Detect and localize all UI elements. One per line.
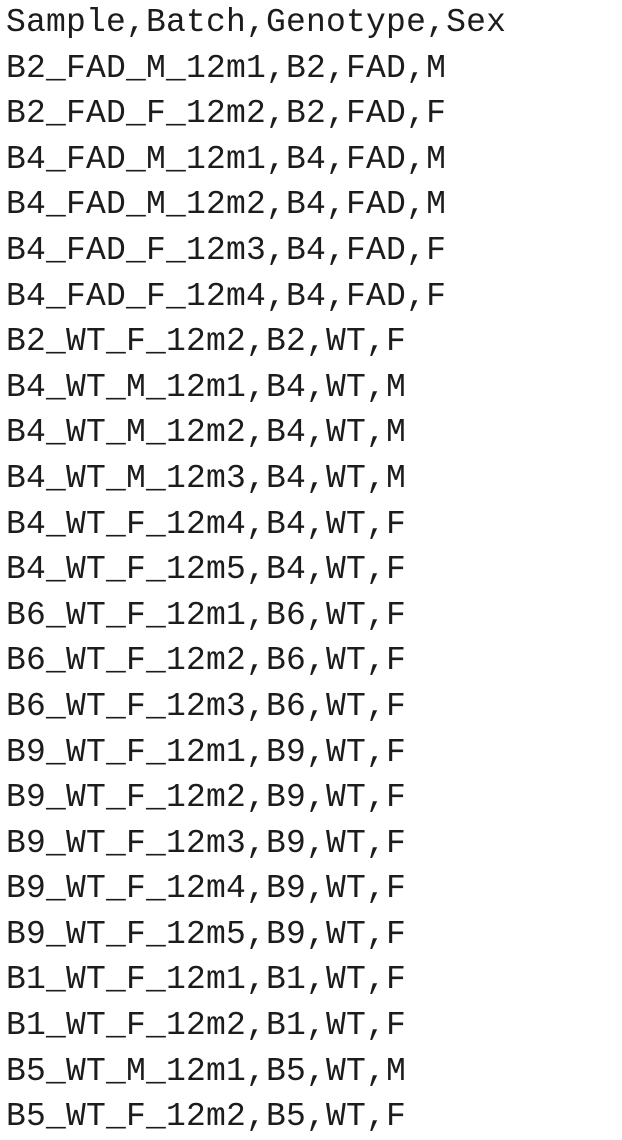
csv-row-line: B4_WT_M_12m2,B4,WT,M (6, 414, 407, 452)
csv-row-line: B4_FAD_F_12m4,B4,FAD,F (6, 277, 447, 315)
csv-header-line: Sample,Batch,Genotype,Sex (6, 4, 507, 41)
csv-row-line: B9_WT_F_12m4,B9,WT,F (6, 870, 407, 908)
csv-row-line: B6_WT_F_12m3,B6,WT,F (6, 687, 407, 725)
csv-row-line: B1_WT_F_12m2,B1,WT,F (6, 1007, 407, 1045)
csv-row-line: B6_WT_F_12m2,B6,WT,F (6, 642, 407, 680)
csv-row-line: B4_FAD_F_12m3,B4,FAD,F (6, 231, 447, 269)
text-editor[interactable]: Sample,Batch,Genotype,Sex B2_FAD_M_12m1,… (0, 0, 622, 1140)
csv-row-line: B2_FAD_M_12m1,B2,FAD,M (6, 49, 447, 87)
csv-row-line: B2_FAD_F_12m2,B2,FAD,F (6, 95, 447, 133)
csv-row-line: B9_WT_F_12m2,B9,WT,F (6, 779, 407, 817)
csv-row-line: B4_WT_F_12m5,B4,WT,F (6, 551, 407, 589)
csv-row-line: B9_WT_F_12m5,B9,WT,F (6, 915, 407, 953)
csv-row-line: B4_FAD_M_12m1,B4,FAD,M (6, 140, 447, 178)
csv-row-line: B5_WT_F_12m2,B5,WT,F (6, 1098, 407, 1136)
csv-row-line: B2_WT_F_12m2,B2,WT,F (6, 323, 407, 361)
csv-row-line: B5_WT_M_12m1,B5,WT,M (6, 1052, 407, 1090)
csv-row-line: B4_WT_M_12m1,B4,WT,M (6, 368, 407, 406)
csv-row-line: B6_WT_F_12m1,B6,WT,F (6, 596, 407, 634)
csv-row-line: B1_WT_F_12m1,B1,WT,F (6, 961, 407, 999)
csv-row-line: B4_WT_M_12m3,B4,WT,M (6, 459, 407, 497)
csv-row-line: B9_WT_F_12m3,B9,WT,F (6, 824, 407, 862)
csv-row-line: B9_WT_F_12m1,B9,WT,F (6, 733, 407, 771)
csv-row-line: B4_FAD_M_12m2,B4,FAD,M (6, 186, 447, 224)
csv-row-line: B4_WT_F_12m4,B4,WT,F (6, 505, 407, 543)
